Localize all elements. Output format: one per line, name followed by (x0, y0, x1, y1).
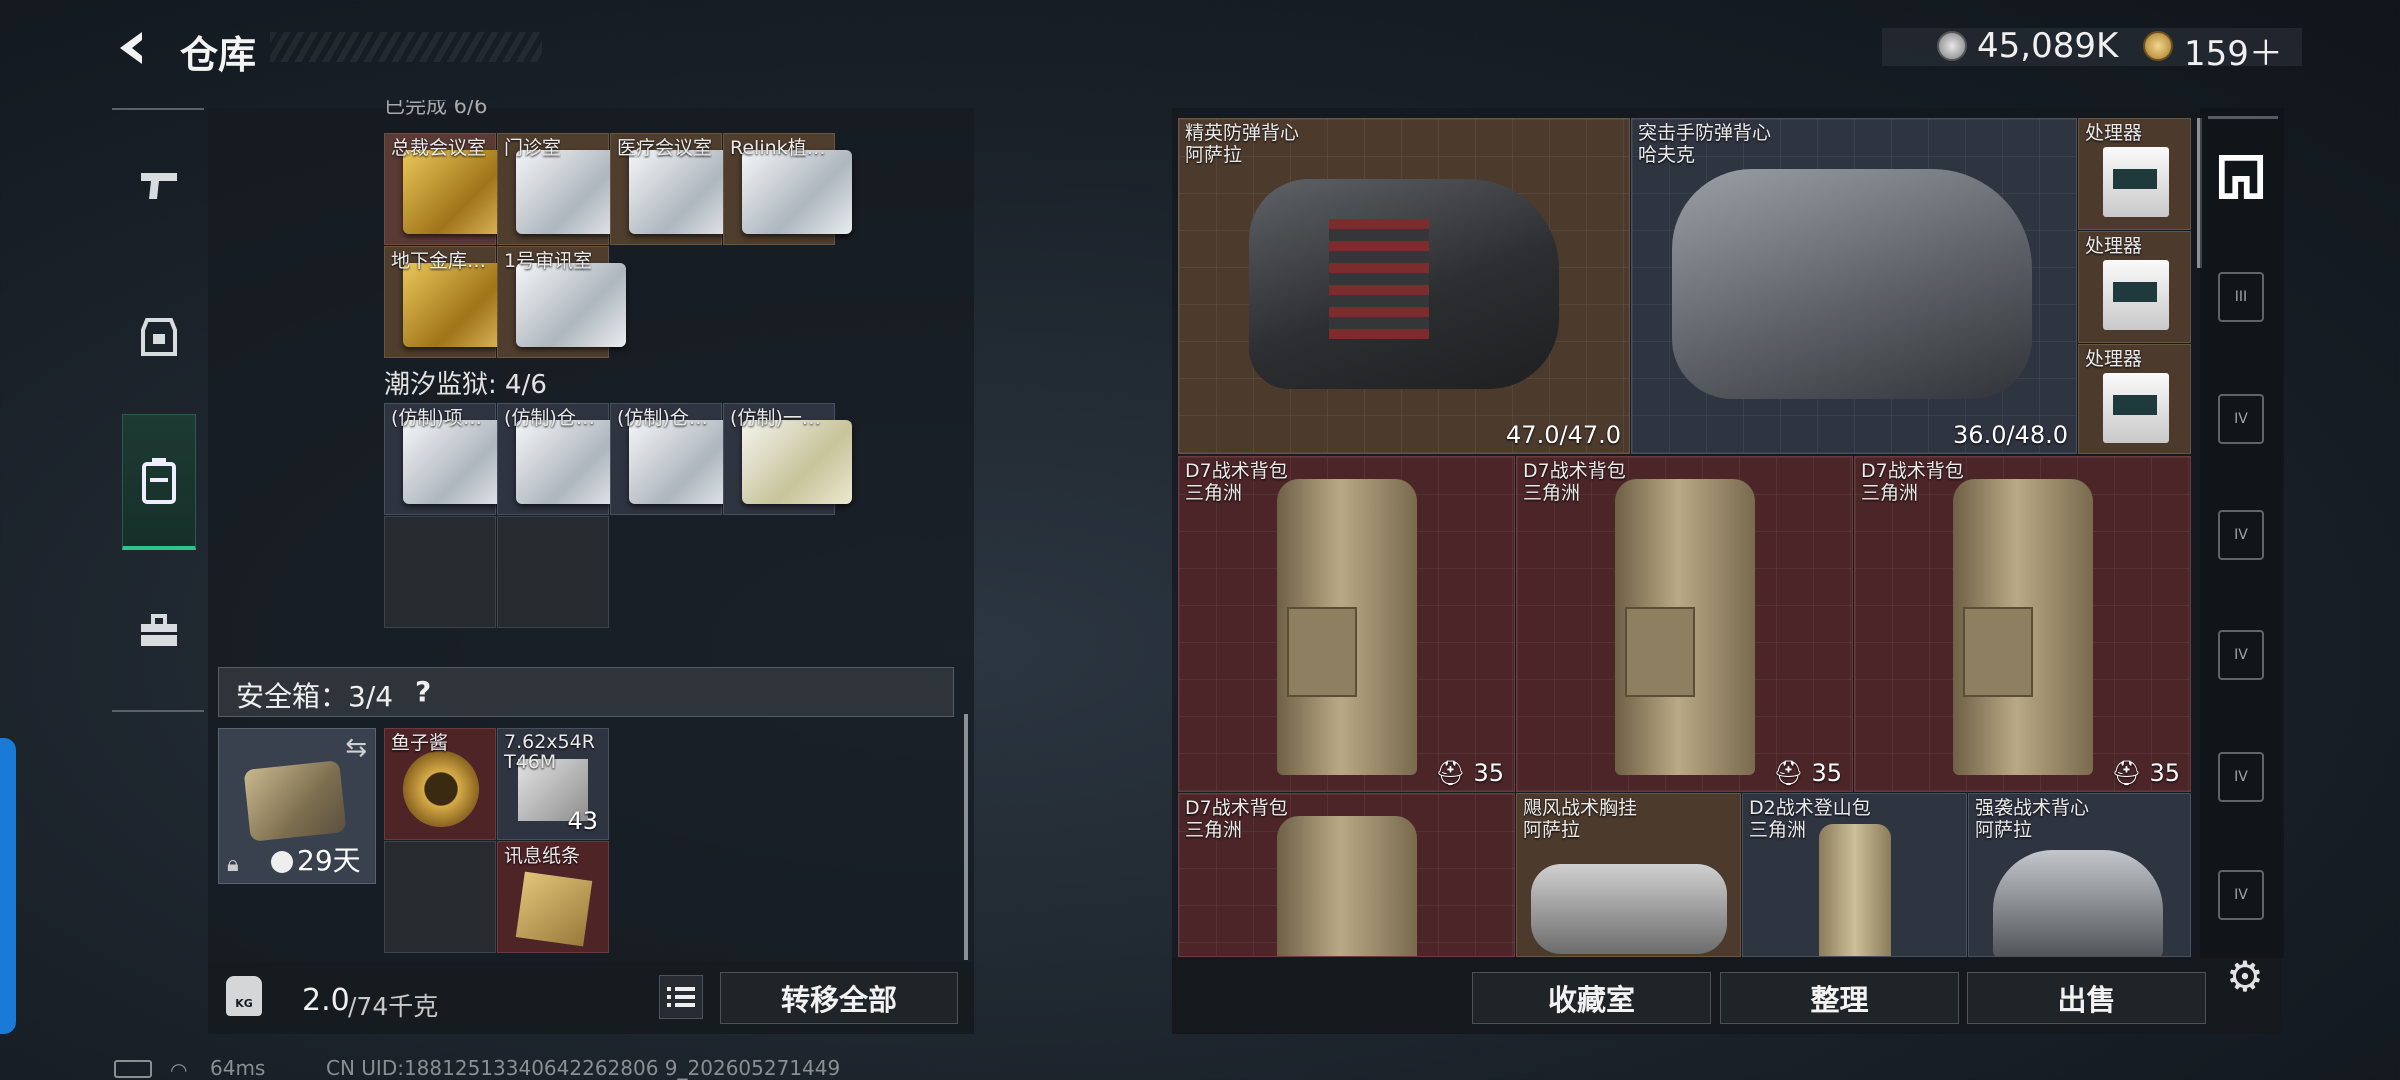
capacity-icon: ⛑︎ (1435, 759, 1474, 787)
clock-icon (271, 851, 293, 873)
item-assault-rig[interactable]: 强袭战术背心 阿萨拉 (1968, 793, 2191, 957)
battery-icon (114, 1060, 152, 1078)
capacity: ⛑︎ 35 (1773, 759, 1842, 787)
back-button[interactable] (112, 26, 156, 70)
item-caviar[interactable]: 鱼子酱 (384, 728, 496, 840)
tab-main-stash[interactable] (2218, 152, 2264, 202)
case-icon (142, 457, 176, 504)
list-icon (667, 987, 695, 1007)
weight-max: /74千克 (348, 992, 439, 1021)
category-weapons[interactable] (124, 150, 194, 220)
currency-coins: 45,089K (1977, 26, 2119, 66)
item-card[interactable]: 地下金库… (384, 246, 513, 358)
title-stripe (270, 32, 542, 62)
back-arrow-icon (120, 32, 142, 64)
tab-stash-4[interactable]: IV (2218, 510, 2264, 560)
item-backpack[interactable]: D7战术背包 三角洲 (1178, 793, 1515, 957)
section-partial-label: 已完成 6/6 (384, 100, 488, 118)
tab-stash-4[interactable]: IV (2218, 870, 2264, 920)
item-card[interactable]: 1号审讯室 (497, 246, 626, 358)
home-icon (2218, 154, 2264, 200)
tab-stash-4[interactable]: IV (2218, 394, 2264, 444)
item-ammo[interactable]: 7.62x54R T46M 43 (497, 728, 609, 840)
item-processor[interactable]: 处理器 (2078, 231, 2191, 343)
item-card[interactable]: 门诊室 (497, 133, 626, 245)
capacity-icon: ⛑︎ (2111, 759, 2150, 787)
list-view-button[interactable] (659, 975, 703, 1019)
ping-label: 64ms (210, 1056, 266, 1080)
side-drawer-handle[interactable] (0, 738, 16, 1034)
gold-coin-icon (2143, 31, 2173, 61)
weight-icon: KG (226, 976, 262, 1016)
item-card[interactable]: 总裁会议室 (384, 133, 513, 245)
item-processor[interactable]: 处理器 (2078, 344, 2191, 454)
item-card[interactable]: 医疗会议室 (610, 133, 739, 245)
item-climbing-pack[interactable]: D2战术登山包 三角洲 (1742, 793, 1967, 957)
item-note[interactable]: 讯息纸条 (497, 841, 609, 953)
toolbox-icon (141, 614, 177, 646)
keycard-grid-2: (仿制)项… (仿制)仓… (仿制)仓… (仿制)一… (384, 403, 852, 631)
item-card[interactable]: (仿制)一… (723, 403, 852, 515)
item-backpack[interactable]: D7战术背包 三角洲 ⛑︎ 35 (1516, 456, 1853, 792)
group-title-prison: 潮汐监狱: 4/6 (384, 370, 547, 400)
help-button[interactable]: ? (415, 675, 431, 708)
swap-icon[interactable]: ⇆ (345, 733, 367, 763)
item-card[interactable]: (仿制)仓… (497, 403, 626, 515)
currency-premium[interactable]: 159＋ (2184, 26, 2283, 75)
category-containers-selected[interactable] (122, 414, 196, 550)
ribbon-top-line (2208, 116, 2278, 119)
lock-icon: 🔒︎ (227, 852, 239, 877)
item-card[interactable]: (仿制)项… (384, 403, 513, 515)
silver-coin-icon (1937, 31, 1967, 61)
vest-panel (1329, 219, 1429, 339)
collection-room-button[interactable]: 收藏室 (1472, 972, 1711, 1024)
category-armor[interactable] (124, 302, 194, 372)
organize-button[interactable]: 整理 (1720, 972, 1959, 1024)
page-title: 仓库 (180, 33, 257, 77)
safe-box-slot[interactable]: ⇆ 🔒︎ 29天 (218, 728, 376, 884)
tab-stash-3[interactable]: III (2218, 272, 2264, 322)
left-scrollbar[interactable] (964, 714, 968, 960)
safe-box-days: 29天 (297, 844, 361, 877)
item-processor[interactable]: 处理器 (2078, 118, 2191, 230)
transfer-all-button[interactable]: 转移全部 (720, 972, 958, 1024)
tab-stash-4[interactable]: IV (2218, 752, 2264, 802)
wifi-icon: ◠ (170, 1058, 188, 1080)
armor-icon (141, 318, 177, 356)
safe-box-grid: 鱼子酱 7.62x54R T46M 43 讯息纸条 (384, 728, 610, 954)
item-card[interactable]: (仿制)仓… (610, 403, 739, 515)
item-assault-vest[interactable]: 突击手防弹背心 哈夫克 36.0/48.0 (1631, 118, 2077, 454)
vest-image (1672, 169, 2032, 399)
uid-label: CN UID:18812513340642262806 9_2026052714… (326, 1056, 841, 1080)
empty-slot[interactable] (384, 841, 496, 953)
category-toolbox[interactable] (124, 596, 194, 666)
item-card[interactable]: Relink植… (723, 133, 852, 245)
item-elite-vest[interactable]: 精英防弹背心 阿萨拉 47.0/47.0 (1178, 118, 1630, 454)
capacity: ⛑︎ 35 (1435, 759, 1504, 787)
sell-button[interactable]: 出售 (1967, 972, 2206, 1024)
item-backpack[interactable]: D7战术背包 三角洲 ⛑︎ 35 (1178, 456, 1515, 792)
item-backpack[interactable]: D7战术背包 三角洲 ⛑︎ 35 (1854, 456, 2191, 792)
empty-slot[interactable] (497, 516, 609, 628)
capacity: ⛑︎ 35 (2111, 759, 2180, 787)
tab-stash-4[interactable]: IV (2218, 630, 2264, 680)
settings-gear-icon[interactable]: ⚙︎ (2222, 954, 2268, 1000)
safe-box-image (243, 760, 347, 842)
gun-icon (141, 173, 177, 199)
weight-current: 2.0 (302, 983, 350, 1018)
empty-slot[interactable] (384, 516, 496, 628)
capacity-icon: ⛑︎ (1773, 759, 1812, 787)
safe-box-label: 安全箱：3/4 (236, 680, 394, 713)
keycard-grid-1: 总裁会议室 门诊室 医疗会议室 Relink植… 地下金库… 1号审讯室 (384, 133, 852, 361)
item-chest-rig[interactable]: 飓风战术胸挂 阿萨拉 (1516, 793, 1741, 957)
